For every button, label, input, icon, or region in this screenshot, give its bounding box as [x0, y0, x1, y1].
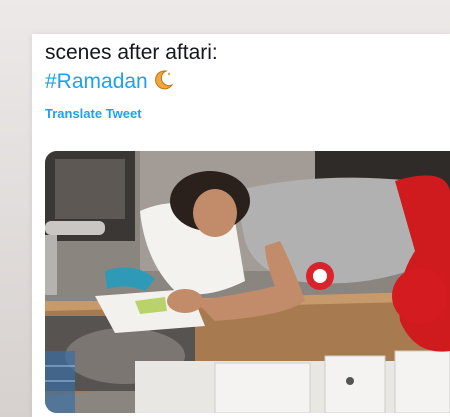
tweet-text-line: scenes after aftari:	[45, 41, 218, 64]
tweet-text: scenes after aftari: #Ramadan	[45, 38, 218, 96]
crescent-moon-icon	[152, 69, 174, 91]
translate-tweet-link[interactable]: Translate Tweet	[45, 106, 142, 121]
tweet-image[interactable]	[45, 151, 450, 413]
hashtag-link[interactable]: #Ramadan	[45, 70, 148, 93]
tweet-card: scenes after aftari: #Ramadan Translate …	[32, 34, 450, 417]
tweet-photo	[45, 151, 450, 413]
